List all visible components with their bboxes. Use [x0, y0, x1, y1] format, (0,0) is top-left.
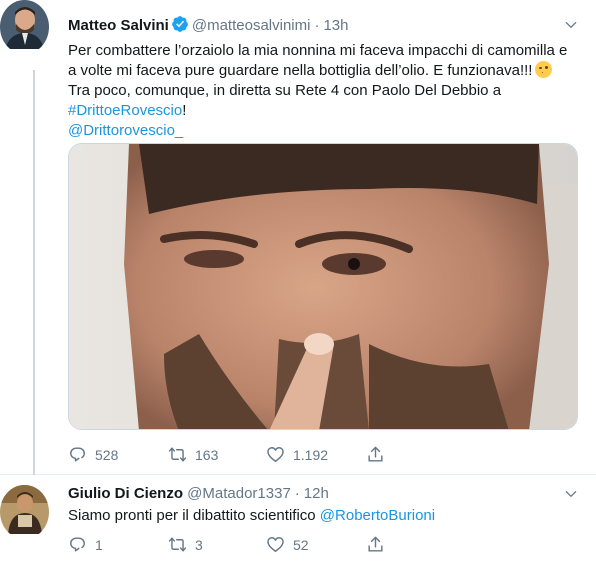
author-handle[interactable]: @matteosalvinimi: [192, 17, 311, 34]
tweet-header: Matteo Salvini @matteosalvinimi · 13h: [68, 15, 348, 39]
tweet-text: Per combattere l’orzaiolo la mia nonnina…: [68, 41, 578, 141]
retweet-button[interactable]: 163: [168, 445, 218, 464]
share-button[interactable]: [366, 445, 385, 464]
retweet-count: 3: [195, 536, 203, 553]
like-icon: [267, 447, 284, 462]
retweet-count: 163: [195, 446, 219, 463]
reply-icon: [70, 447, 85, 462]
author-name[interactable]: Giulio Di Cienzo: [68, 485, 183, 502]
tweet-time[interactable]: 13h: [323, 17, 348, 34]
share-button[interactable]: [366, 535, 385, 554]
emoji-icon: [535, 61, 553, 78]
retweet-button[interactable]: 3: [168, 535, 203, 554]
reply-button[interactable]: 528: [68, 445, 118, 464]
tweet-text-line: a volte mi faceva pure guardare nella bo…: [68, 61, 578, 81]
reply-count: 1: [95, 536, 103, 553]
like-count: 52: [293, 536, 309, 553]
retweet-icon: [168, 447, 187, 462]
author-handle[interactable]: @Matador1337: [187, 485, 291, 502]
chevron-down-icon[interactable]: [564, 487, 578, 501]
separator-dot: ·: [294, 485, 300, 502]
chevron-down-icon[interactable]: [564, 18, 578, 32]
tweet-text: Siamo pronti per il dibattito scientific…: [68, 507, 436, 524]
like-button[interactable]: 52: [266, 535, 309, 554]
mention-link[interactable]: @Drittorovescio_: [68, 122, 183, 139]
mention-link[interactable]: @RobertoBurioni: [320, 507, 435, 524]
tweet-text-line: Tra poco, comunque, in diretta su Rete 4…: [68, 82, 502, 99]
avatar[interactable]: [0, 485, 49, 539]
tweet-time[interactable]: 12h: [304, 485, 329, 502]
reply-count: 528: [95, 446, 119, 463]
retweet-icon: [168, 537, 187, 552]
hashtag-link[interactable]: #DrittoeRovescio: [68, 102, 182, 119]
like-count: 1.192: [293, 446, 329, 463]
thread-connector: [33, 70, 35, 475]
share-icon: [368, 446, 383, 462]
reply-button[interactable]: 1: [68, 535, 103, 554]
tweet-photo[interactable]: [68, 143, 578, 430]
reply-icon: [70, 537, 85, 552]
like-button[interactable]: 1.192: [266, 445, 328, 464]
like-icon: [267, 537, 284, 552]
avatar[interactable]: [0, 0, 49, 54]
author-name[interactable]: Matteo Salvini: [68, 17, 169, 34]
verified-badge-icon: [171, 15, 189, 39]
tweet-header: Giulio Di Cienzo @Matador1337 · 12h: [68, 484, 329, 504]
separator-dot: ·: [314, 17, 320, 34]
share-icon: [368, 536, 383, 552]
tweet-text-line: Per combattere l’orzaiolo la mia nonnina…: [68, 42, 568, 59]
